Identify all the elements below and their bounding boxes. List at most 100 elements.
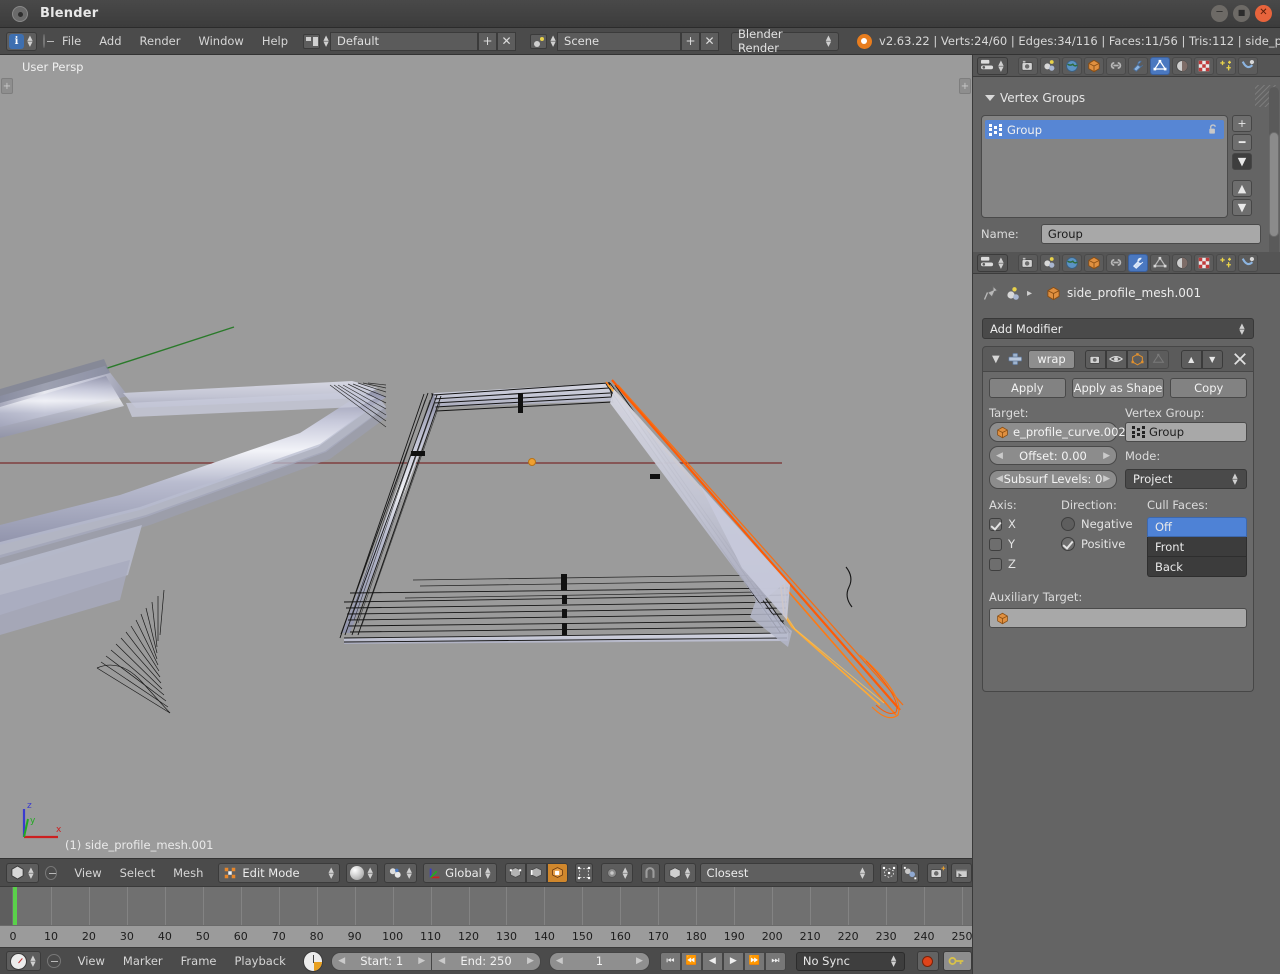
edit-mode-toggle-icon[interactable] — [1126, 349, 1148, 369]
start-frame-field[interactable]: ◀ Start: 1 ▶ — [331, 951, 433, 971]
physics-tab-icon[interactable] — [1238, 56, 1258, 75]
target-field[interactable]: e_profile_curve.002 — [989, 422, 1126, 442]
magnet-icon[interactable] — [641, 862, 660, 883]
particles-tab-icon[interactable] — [1216, 253, 1236, 272]
specials-menu-button[interactable]: ▼ — [1232, 153, 1252, 170]
texture-tab-icon[interactable] — [1194, 253, 1214, 272]
render-opengl-animation-icon[interactable] — [951, 862, 973, 883]
vertex-groups-panel-title[interactable]: Vertex Groups — [985, 91, 1085, 105]
new-scene-button[interactable]: + — [681, 31, 701, 51]
viewport-toggle-icon[interactable] — [1105, 349, 1127, 369]
editor-type-selector-timeline[interactable]: ▲ ▼ — [6, 951, 41, 971]
menu-frame[interactable]: Frame — [172, 954, 226, 968]
render-tab-icon[interactable] — [1018, 56, 1038, 75]
modifiers-tab-icon[interactable] — [1128, 253, 1148, 272]
timeline-playhead[interactable] — [13, 887, 17, 926]
play-reverse-icon[interactable]: ◀ — [701, 951, 723, 971]
mode-selector[interactable]: Project ▲ ▼ — [1125, 469, 1247, 489]
particles-tab-icon[interactable] — [1216, 56, 1236, 75]
chevron-left-icon[interactable]: ◀ — [996, 451, 1003, 461]
scene-tab-icon[interactable] — [1040, 56, 1060, 75]
axis-y-checkbox[interactable]: Y — [989, 537, 1061, 551]
texture-tab-icon[interactable] — [1194, 56, 1214, 75]
move-down-icon[interactable]: ▼ — [1201, 349, 1223, 369]
world-tab-icon[interactable] — [1062, 253, 1082, 272]
snap-element-selector[interactable]: ▲ ▼ — [663, 862, 696, 883]
menu-view[interactable]: View — [65, 866, 110, 880]
menu-mesh[interactable]: Mesh — [164, 866, 212, 880]
physics-tab-icon[interactable] — [1238, 253, 1258, 272]
keying-set-button[interactable] — [942, 951, 972, 971]
menu-marker[interactable]: Marker — [114, 954, 172, 968]
render-tab-icon[interactable] — [1018, 253, 1038, 272]
current-frame-field[interactable]: ◀ 1 ▶ — [548, 951, 650, 971]
pin-icon[interactable] — [983, 285, 999, 301]
menu-select[interactable]: Select — [111, 866, 164, 880]
jump-prev-keyframe-icon[interactable]: ⏪ — [680, 951, 702, 971]
viewport-shading-selector[interactable]: ▲ ▼ — [346, 862, 379, 883]
copy-button[interactable]: Copy — [1170, 378, 1247, 398]
direction-negative-checkbox[interactable]: Negative — [1061, 517, 1147, 531]
face-select-icon[interactable] — [546, 862, 568, 883]
chevron-right-icon[interactable]: ▶ — [418, 956, 425, 966]
play-icon[interactable]: ▶ — [722, 951, 744, 971]
object-data-tab-icon[interactable] — [1150, 56, 1170, 75]
unlocked-icon[interactable] — [1207, 123, 1220, 136]
render-preview-icon[interactable] — [927, 862, 949, 883]
screen-layout-field[interactable]: Default — [330, 31, 479, 51]
material-tab-icon[interactable] — [1172, 56, 1192, 75]
delete-screen-button[interactable]: ✕ — [497, 31, 517, 51]
cull-faces-front-button[interactable]: Front — [1147, 537, 1247, 557]
axis-x-checkbox[interactable]: X — [989, 517, 1061, 531]
render-engine-selector[interactable]: Blender Render ▲ ▼ — [731, 27, 840, 55]
render-toggle-icon[interactable] — [1084, 349, 1106, 369]
object-data-tab-icon[interactable] — [1150, 253, 1170, 272]
world-tab-icon[interactable] — [1062, 56, 1082, 75]
jump-next-keyframe-icon[interactable]: ⏩ — [743, 951, 765, 971]
cull-faces-back-button[interactable]: Back — [1147, 557, 1247, 577]
move-down-button[interactable]: ▼ — [1232, 199, 1252, 216]
menu-view-timeline[interactable]: View — [69, 954, 114, 968]
vertex-groups-list[interactable]: Group — [981, 115, 1228, 218]
chevron-right-icon[interactable]: ▶ — [1103, 451, 1110, 461]
scene-tab-icon[interactable] — [1040, 253, 1060, 272]
menu-render[interactable]: Render — [131, 34, 190, 48]
chevron-updown-icon[interactable]: ▲ ▼ — [549, 35, 557, 48]
menu-file[interactable]: File — [53, 34, 90, 48]
snap-peel-object-icon[interactable] — [879, 862, 898, 883]
editor-type-selector-properties-2[interactable]: ▲ ▼ — [977, 253, 1008, 272]
move-up-icon[interactable]: ▲ — [1180, 349, 1202, 369]
minimize-button[interactable]: ─ — [1211, 5, 1228, 22]
offset-field[interactable]: ◀ Offset: 0.00 ▶ — [989, 446, 1117, 465]
direction-positive-checkbox[interactable]: Positive — [1061, 537, 1147, 551]
apply-as-shape-button[interactable]: Apply as Shape — [1071, 378, 1165, 398]
screen-layout-icon[interactable] — [303, 33, 321, 49]
collapse-triangle-icon[interactable]: ▼ — [988, 354, 1004, 365]
remove-vertex-group-button[interactable]: ━ — [1232, 134, 1252, 151]
editor-type-selector-3dview[interactable]: ▲ ▼ — [6, 862, 39, 883]
menu-add[interactable]: Add — [90, 34, 130, 48]
proportional-edit-selector[interactable]: ▲ ▼ — [601, 862, 634, 883]
vertex-select-icon[interactable] — [504, 862, 526, 883]
vertex-group-field[interactable]: Group — [1125, 422, 1247, 442]
chevron-updown-icon[interactable]: ▲ ▼ — [322, 35, 330, 48]
scene-icon[interactable] — [1005, 286, 1021, 301]
editor-type-selector[interactable]: i ▲ ▼ — [6, 31, 37, 51]
object-tab-icon[interactable] — [1084, 253, 1104, 272]
delete-modifier-icon[interactable] — [1233, 352, 1248, 366]
chevron-right-icon[interactable]: ▶ — [636, 956, 643, 966]
chevron-left-icon[interactable]: ◀ — [556, 956, 563, 966]
collapse-menus-icon[interactable] — [43, 34, 54, 48]
chevron-right-icon[interactable]: ▶ — [527, 956, 534, 966]
chevron-right-icon[interactable]: ▶ — [1103, 474, 1110, 484]
auto-keying-toggle[interactable] — [916, 951, 939, 971]
move-up-button[interactable]: ▲ — [1232, 180, 1252, 197]
chevron-left-icon[interactable]: ◀ — [338, 956, 345, 966]
cull-faces-off-button[interactable]: Off — [1147, 517, 1247, 537]
scene-icon[interactable] — [530, 33, 548, 49]
menu-window[interactable]: Window — [189, 34, 252, 48]
interaction-mode-selector[interactable]: Edit Mode ▲ ▼ — [218, 862, 341, 883]
use-preview-range-icon[interactable] — [302, 950, 324, 972]
apply-button[interactable]: Apply — [989, 378, 1066, 398]
add-vertex-group-button[interactable]: + — [1232, 115, 1252, 132]
